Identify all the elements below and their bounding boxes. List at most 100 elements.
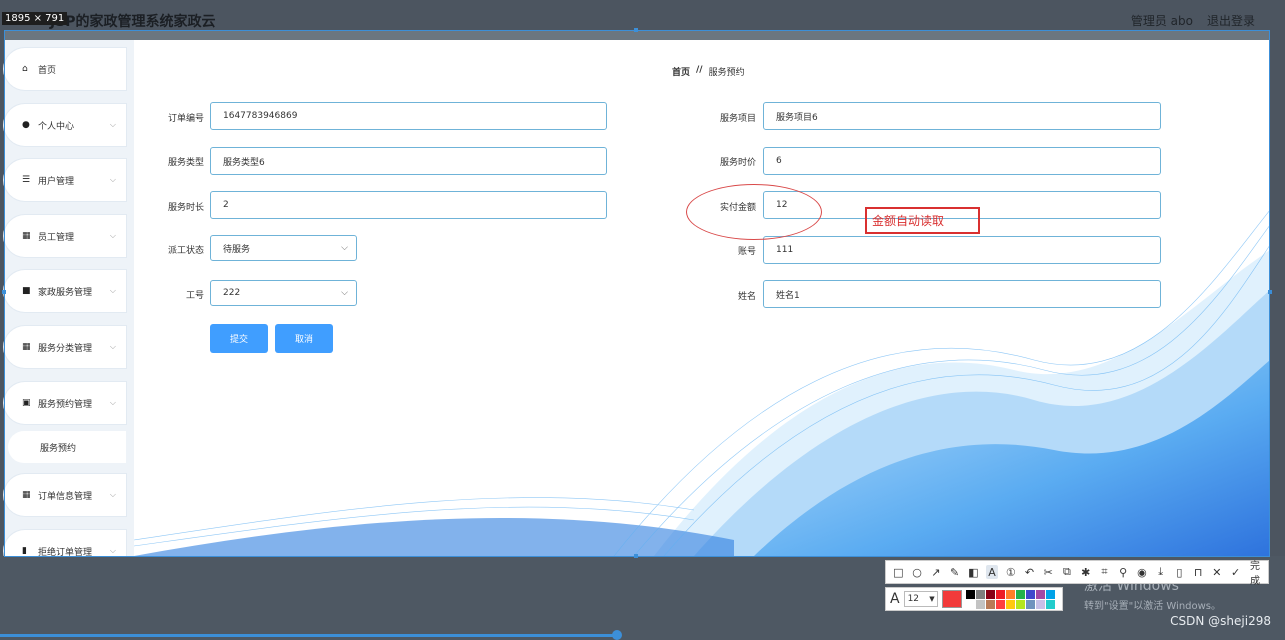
account-value: 111	[776, 245, 794, 255]
users-icon: ☰	[22, 175, 31, 185]
service-hours-input[interactable]: 2	[210, 191, 607, 219]
ocr-icon[interactable]: ⧉	[1061, 565, 1074, 579]
resize-handle-right[interactable]	[1268, 290, 1272, 294]
order-no-input[interactable]: 1647783946869	[210, 102, 607, 130]
chevron-down-icon: ⌵	[109, 546, 116, 555]
palette-swatch[interactable]	[1005, 589, 1015, 599]
breadcrumb-home[interactable]: 首页	[672, 65, 690, 78]
resize-handle-top[interactable]	[634, 28, 638, 32]
pencil-tool-icon[interactable]: ✎	[948, 565, 961, 579]
main-content: 首页 // 服务预约 订单编号 1647783946869 服务类型 服务类型6…	[134, 40, 1270, 556]
download-icon[interactable]: ⤓	[1154, 565, 1167, 579]
worker-no-select[interactable]: 222 ⌵	[210, 280, 357, 306]
grid-icon: ▦	[22, 231, 31, 241]
hourly-price-input[interactable]: 6	[763, 147, 1161, 175]
resize-handle-left[interactable]	[2, 290, 6, 294]
palette-swatch[interactable]	[1025, 599, 1035, 609]
name-input[interactable]: 姓名1	[763, 280, 1161, 308]
service-item-input[interactable]: 服务项目6	[763, 102, 1161, 130]
sidebar-item-label: 个人中心	[38, 121, 75, 132]
chevron-down-icon: ⌵	[109, 342, 116, 351]
hourly-price-value: 6	[776, 156, 782, 166]
service-icon: ■	[22, 286, 31, 296]
dispatch-status-select[interactable]: 待服务 ⌵	[210, 235, 357, 261]
phone-icon[interactable]: ▯	[1173, 565, 1186, 579]
service-type-input[interactable]: 服务类型6	[210, 147, 607, 175]
color-palette	[965, 589, 1055, 609]
resize-handle-bottom[interactable]	[634, 554, 638, 558]
sidebar-item[interactable]: ▦ 服务分类管理 ⌵	[4, 326, 126, 368]
undo-icon[interactable]: ↶	[1023, 565, 1036, 579]
rectangle-tool-icon[interactable]: □	[892, 565, 905, 579]
sidebar-item-label: 员工管理	[38, 232, 75, 243]
grid-icon: ▦	[22, 490, 31, 500]
clipboard-icon: ▣	[22, 398, 31, 408]
palette-swatch[interactable]	[985, 589, 995, 599]
palette-swatch[interactable]	[965, 589, 975, 599]
done-button[interactable]: 完成	[1250, 557, 1268, 587]
palette-swatch[interactable]	[975, 599, 985, 609]
ellipse-tool-icon[interactable]: ○	[911, 565, 924, 579]
service-hours-value: 2	[223, 200, 229, 210]
palette-swatch[interactable]	[1045, 589, 1055, 599]
name-label: 姓名	[737, 292, 756, 302]
breadcrumb-separator: //	[696, 65, 703, 75]
font-size-icon: A	[890, 591, 900, 607]
bookmark-icon[interactable]: ⊓	[1192, 565, 1205, 579]
logout-link[interactable]: 退出登录	[1207, 12, 1255, 29]
account-label: 账号	[737, 247, 756, 257]
csdn-watermark: CSDN @sheji298	[1170, 614, 1271, 628]
sidebar-item[interactable]: ☰ 用户管理 ⌵	[4, 159, 126, 201]
annotation-text-box[interactable]: 金额自动读取	[865, 207, 980, 234]
text-tool-icon[interactable]: A	[985, 565, 999, 579]
current-color-swatch[interactable]	[941, 590, 962, 608]
user-label: 管理员 abo	[1130, 14, 1193, 28]
sidebar-item[interactable]: ■ 家政服务管理 ⌵	[4, 270, 126, 312]
sidebar-item[interactable]: ⌂ 首页	[4, 48, 126, 90]
palette-swatch[interactable]	[1045, 599, 1055, 609]
sidebar-item[interactable]: ▦ 员工管理 ⌵	[4, 215, 126, 257]
palette-swatch[interactable]	[985, 599, 995, 609]
translate-icon[interactable]: ✱	[1079, 565, 1092, 579]
sidebar-item[interactable]: ▣ 服务预约管理 ⌵	[4, 382, 126, 424]
chevron-down-icon: ⌵	[109, 175, 116, 184]
submit-button[interactable]: 提交	[210, 324, 268, 353]
service-item-label: 服务项目	[719, 114, 756, 124]
close-icon[interactable]: ✕	[1210, 565, 1223, 579]
number-tool-icon[interactable]: ①	[1004, 565, 1017, 579]
grid-icon: ▦	[22, 342, 31, 352]
dispatch-status-label: 派工状态	[167, 246, 204, 256]
annotation-toolbar: □ ○ ↗ ✎ ◧ A ① ↶ ✂ ⧉ ✱ ⌗ ⚲ ◉ ⤓ ▯ ⊓ ✕ ✓ 完成	[885, 557, 1269, 587]
check-icon[interactable]: ✓	[1229, 565, 1242, 579]
mosaic-tool-icon[interactable]: ◧	[967, 565, 980, 579]
dispatch-status-value: 待服务	[223, 244, 251, 255]
pin-icon[interactable]: ⚲	[1117, 565, 1130, 579]
scissors-icon[interactable]: ✂	[1042, 565, 1055, 579]
sidebar-subitem-service-booking[interactable]: 服务预约	[8, 431, 126, 463]
breadcrumb-current: 服务预约	[708, 68, 745, 78]
palette-swatch[interactable]	[995, 589, 1005, 599]
sidebar-item-label: 首页	[38, 65, 57, 76]
font-size-select[interactable]: 12 ▼	[903, 591, 938, 607]
user-icon: ●	[22, 120, 30, 130]
palette-swatch[interactable]	[1025, 589, 1035, 599]
palette-swatch[interactable]	[965, 599, 975, 609]
palette-swatch[interactable]	[995, 599, 1005, 609]
palette-swatch[interactable]	[1015, 589, 1025, 599]
palette-swatch[interactable]	[1035, 599, 1045, 609]
palette-swatch[interactable]	[1035, 589, 1045, 599]
palette-swatch[interactable]	[975, 589, 985, 599]
worker-no-value: 222	[223, 288, 241, 298]
sidebar-item-label: 订单信息管理	[38, 491, 93, 502]
account-input[interactable]: 111	[763, 236, 1161, 264]
home-icon: ⌂	[22, 64, 28, 74]
palette-swatch[interactable]	[1015, 599, 1025, 609]
cancel-button[interactable]: 取消	[275, 324, 333, 353]
sidebar-item[interactable]: ▦ 订单信息管理 ⌵	[4, 474, 126, 516]
record-icon[interactable]: ◉	[1136, 565, 1149, 579]
arrow-tool-icon[interactable]: ↗	[929, 565, 942, 579]
palette-swatch[interactable]	[1005, 599, 1015, 609]
app-window: 首页 // 服务预约 订单编号 1647783946869 服务类型 服务类型6…	[4, 40, 1270, 556]
crop-icon[interactable]: ⌗	[1098, 565, 1111, 579]
sidebar-item[interactable]: ● 个人中心 ⌵	[4, 104, 126, 146]
